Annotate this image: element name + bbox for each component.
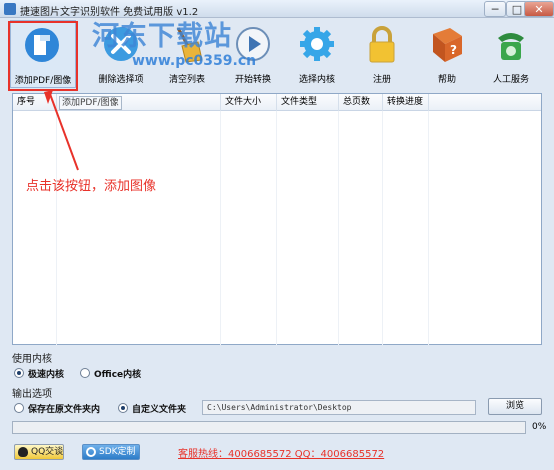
custom-folder-label[interactable]: 自定义文件夹	[132, 402, 186, 415]
engine-section-label: 使用内核	[12, 354, 52, 365]
save-original-folder-label[interactable]: 保存在原文件夹内	[28, 402, 100, 415]
engine-office-label[interactable]: Office内核	[94, 367, 141, 380]
sdk-logo-icon	[86, 447, 96, 457]
output-path-field[interactable]: C:\Users\Administrator\Desktop	[202, 400, 476, 415]
engine-fast-radio[interactable]	[14, 368, 24, 378]
custom-folder-radio[interactable]	[118, 403, 128, 413]
sdk-custom-button[interactable]: SDK定制	[82, 444, 140, 460]
save-original-folder-radio[interactable]	[14, 403, 24, 413]
qq-chat-button[interactable]: QQ交谈	[14, 444, 64, 460]
engine-office-radio[interactable]	[80, 368, 90, 378]
qq-penguin-icon	[18, 447, 28, 457]
browse-button[interactable]: 浏览	[488, 398, 542, 415]
annotation-text: 点击该按钮，添加图像	[26, 179, 157, 194]
conversion-progress-bar	[12, 421, 526, 434]
output-section-label: 输出选项	[12, 389, 52, 400]
hotline-link[interactable]: 客服热线：4006685572 QQ：4006685572	[178, 445, 384, 460]
engine-fast-label[interactable]: 极速内核	[28, 367, 64, 380]
progress-percent: 0%	[532, 422, 547, 432]
sdk-custom-label: SDK定制	[99, 447, 136, 457]
qq-chat-label: QQ交谈	[31, 447, 64, 457]
